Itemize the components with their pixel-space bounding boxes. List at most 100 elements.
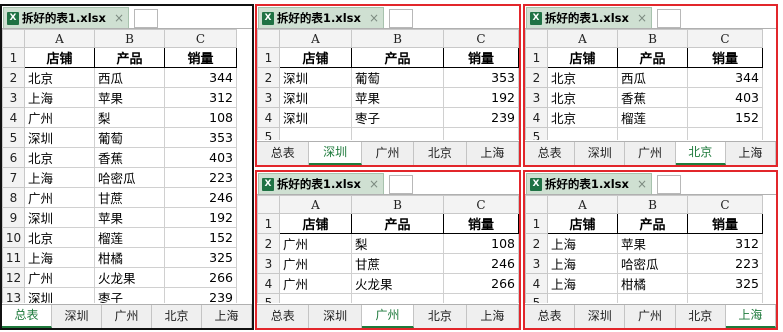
grid-cell[interactable] [279,293,352,303]
grid-cell[interactable]: 广州 [24,267,95,288]
grid-cell[interactable]: 枣子 [351,107,444,128]
grid-cell[interactable]: 深圳 [279,67,352,88]
sheet-tab[interactable]: 深圳 [575,142,626,165]
grid-cell[interactable]: 产品 [94,47,165,68]
row-header[interactable]: 3 [525,87,548,108]
row-header[interactable]: 4 [525,107,548,128]
grid-cell[interactable]: 枣子 [94,287,165,303]
grid-cell[interactable] [617,293,688,303]
sheet-tab[interactable]: 上海 [467,305,519,328]
grid-cell[interactable]: 苹果 [94,207,165,228]
row-header[interactable]: 4 [2,107,25,128]
grid-cell[interactable]: 榴莲 [94,227,165,248]
document-tab[interactable]: X 拆好的表1.xlsx × [258,173,384,194]
row-header[interactable]: 11 [2,247,25,268]
grid-cell[interactable]: 北京 [24,147,95,168]
select-all-corner[interactable] [257,29,280,48]
grid-cell[interactable]: 325 [164,247,237,268]
column-header[interactable]: A [279,29,352,48]
grid-cell[interactable]: 223 [687,253,763,274]
row-header[interactable]: 8 [2,187,25,208]
grid-cell[interactable]: 上海 [547,233,618,254]
grid-cell[interactable]: 产品 [351,213,444,234]
grid-cell[interactable]: 北京 [24,67,95,88]
row-header[interactable]: 9 [2,207,25,228]
grid-cell[interactable]: 223 [164,167,237,188]
grid-cell[interactable]: 柑橘 [617,273,688,294]
column-header[interactable]: B [351,29,444,48]
grid-cell[interactable]: 销量 [443,213,519,234]
sheet-tab[interactable]: 广州 [625,142,676,165]
column-header[interactable]: B [617,29,688,48]
grid-cell[interactable]: 深圳 [279,87,352,108]
grid-cell[interactable]: 哈密瓜 [617,253,688,274]
column-header[interactable]: C [687,195,763,214]
grid-cell[interactable]: 239 [164,287,237,303]
grid-cell[interactable]: 店铺 [547,213,618,234]
row-header[interactable]: 3 [257,253,280,274]
row-header[interactable]: 5 [2,127,25,148]
row-header[interactable]: 1 [257,213,280,234]
sheet-tab[interactable]: 深圳 [309,305,362,328]
grid-cell[interactable]: 哈密瓜 [94,167,165,188]
grid-cell[interactable] [443,293,519,303]
grid-cell[interactable]: 广州 [24,107,95,128]
grid-cell[interactable]: 苹果 [351,87,444,108]
row-header[interactable]: 1 [2,47,25,68]
sheet-tab[interactable]: 北京 [152,305,202,328]
sheet-tab[interactable]: 上海 [467,142,519,165]
grid-cell[interactable]: 108 [443,233,519,254]
sheet-tab[interactable]: 深圳 [575,305,626,328]
sheet-tab[interactable]: 上海 [726,142,776,165]
grid-cell[interactable]: 销量 [687,47,763,68]
row-header[interactable]: 3 [2,87,25,108]
grid-cell[interactable]: 深圳 [24,207,95,228]
grid-cell[interactable] [279,127,352,140]
row-header[interactable]: 4 [257,273,280,294]
row-header[interactable]: 3 [525,253,548,274]
sheet-tab[interactable]: 上海 [202,305,252,328]
grid-cell[interactable]: 上海 [547,273,618,294]
grid-cell[interactable]: 246 [443,253,519,274]
close-tab-icon[interactable]: × [369,177,379,191]
row-header[interactable]: 7 [2,167,25,188]
grid-cell[interactable]: 销量 [443,47,519,68]
select-all-corner[interactable] [525,195,548,214]
sheet-tab[interactable]: 深圳 [309,142,362,165]
grid-cell[interactable]: 广州 [279,253,352,274]
close-tab-icon[interactable]: × [637,177,647,191]
grid-cell[interactable]: 店铺 [24,47,95,68]
grid-cell[interactable]: 北京 [547,107,618,128]
sheet-tab[interactable]: 总表 [525,305,576,328]
grid-cell[interactable]: 甘蔗 [351,253,444,274]
grid-cell[interactable]: 火龙果 [94,267,165,288]
sheet-tab[interactable]: 北京 [414,142,467,165]
grid-cell[interactable]: 344 [164,67,237,88]
grid-cell[interactable]: 深圳 [24,127,95,148]
column-header[interactable]: C [164,29,237,48]
grid-cell[interactable]: 产品 [617,47,688,68]
grid-cell[interactable]: 香蕉 [94,147,165,168]
grid-cell[interactable]: 榴莲 [617,107,688,128]
grid-cell[interactable]: 北京 [547,67,618,88]
sheet-tab[interactable]: 北京 [675,142,726,165]
sheet-tab[interactable]: 深圳 [52,305,102,328]
grid-cell[interactable]: 108 [164,107,237,128]
grid-cell[interactable]: 北京 [24,227,95,248]
row-header[interactable]: 5 [525,127,548,140]
row-header[interactable]: 4 [525,273,548,294]
grid-cell[interactable]: 上海 [547,253,618,274]
close-tab-icon[interactable]: × [637,11,647,25]
grid-cell[interactable]: 广州 [279,273,352,294]
grid-cell[interactable]: 葡萄 [94,127,165,148]
grid-cell[interactable] [547,293,618,303]
row-header[interactable]: 5 [257,293,280,303]
grid-cell[interactable]: 403 [687,87,763,108]
grid-cell[interactable]: 152 [164,227,237,248]
document-tab[interactable]: X 拆好的表1.xlsx × [258,7,384,28]
sheet-tab[interactable]: 广州 [102,305,152,328]
grid-cell[interactable]: 西瓜 [94,67,165,88]
row-header[interactable]: 2 [525,67,548,88]
grid-cell[interactable]: 店铺 [279,47,352,68]
document-tab[interactable]: X 拆好的表1.xlsx × [3,7,129,28]
